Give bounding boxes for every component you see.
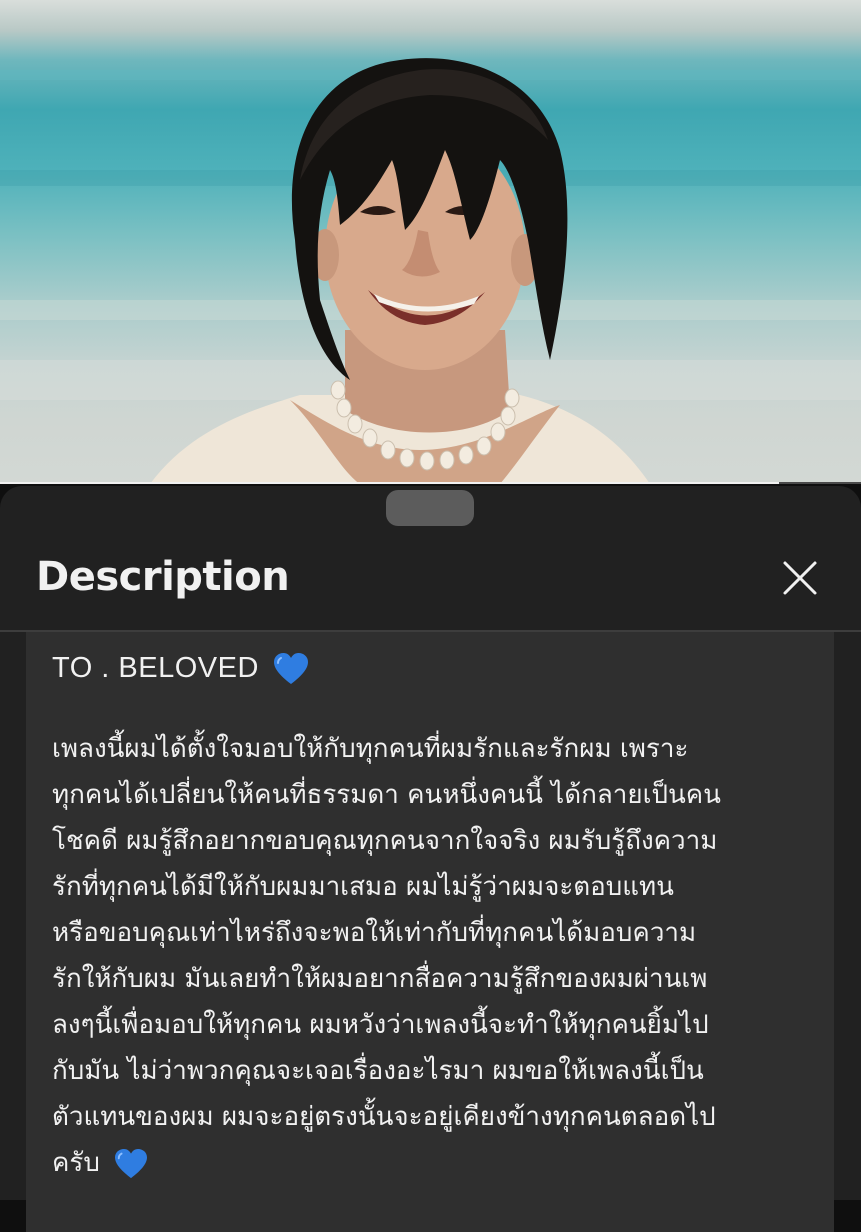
blue-heart-icon	[274, 653, 309, 685]
description-line-last: ครับ	[52, 1140, 822, 1186]
description-line: ครับ	[52, 1148, 100, 1178]
description-body: เพลงนี้ผมได้ตั้งใจมอบให้กับทุกคนที่ผมรัก…	[52, 726, 822, 1186]
description-line: เพลงนี้ผมได้ตั้งใจมอบให้กับทุกคนที่ผมรัก…	[52, 734, 689, 764]
description-line: ลงๆนี้เพื่อมอบให้ทุกคน ผมหวังว่าเพลงนี้จ…	[52, 1010, 709, 1040]
description-line: หรือขอบคุณเท่าไหร่ถึงจะพอให้เท่ากับที่ทุ…	[52, 918, 697, 948]
video-player[interactable]	[0, 0, 861, 484]
description-line: รักที่ทุกคนได้มีให้กับผมมาเสมอ ผมไม่รู้ว…	[52, 872, 674, 902]
description-line: ตัวแทนของผม ผมจะอยู่ตรงนั้นจะอยู่เคียงข้…	[52, 1102, 716, 1132]
drag-handle[interactable]	[386, 490, 474, 526]
description-line: รักให้กับผม มันเลยทำให้ผมอยากสื่อความรู้…	[52, 964, 708, 994]
close-icon	[783, 561, 817, 595]
sheet-title: Description	[36, 554, 290, 600]
close-button[interactable]	[776, 554, 824, 602]
description-heading: TO . BELOVED	[52, 652, 309, 686]
description-line: โชคดี ผมรู้สึกอยากขอบคุณทุกคนจากใจจริง ผ…	[52, 826, 718, 856]
description-card: TO . BELOVED เพลงนี้ผมได้ตั้งใจมอบให้กับ…	[26, 632, 834, 1232]
description-title: TO . BELOVED	[52, 652, 259, 684]
progress-bar[interactable]	[0, 482, 861, 484]
progress-played	[0, 482, 780, 484]
description-line: กับมัน ไม่ว่าพวกคุณจะเจอเรื่องอะไรมา ผมข…	[52, 1056, 704, 1086]
blue-heart-icon	[115, 1148, 148, 1178]
video-thumbnail	[0, 58, 861, 484]
description-line: ทุกคนได้เปลี่ยนให้คนที่ธรรมดา คนหนึ่งคนน…	[52, 780, 721, 810]
description-sheet: Description TO . BELOVED เพลงนี้ผมได้ตั้…	[0, 486, 861, 1232]
